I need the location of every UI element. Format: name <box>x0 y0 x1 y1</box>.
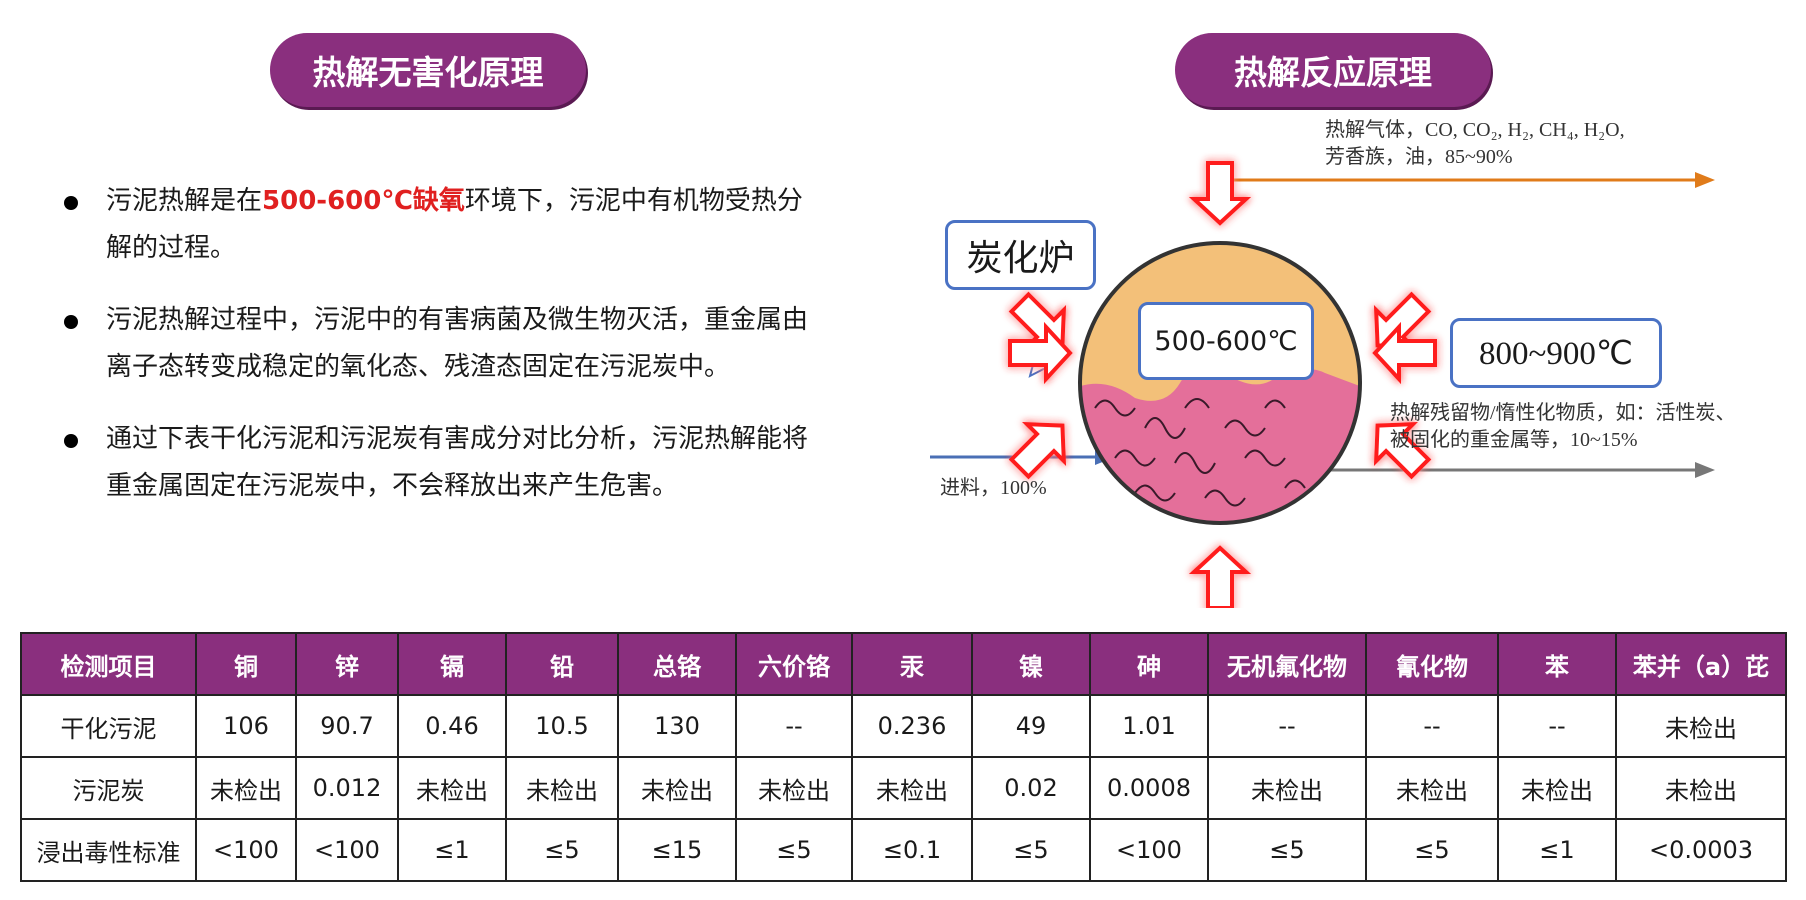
feed-text: 进料，100% <box>940 477 1047 499</box>
heat-arrow-icon <box>1188 545 1252 608</box>
sludge-bed <box>1080 362 1360 523</box>
heating-temperature-label: 800~900℃ <box>1450 318 1662 388</box>
table-cell: 未检出 <box>195 756 297 820</box>
table-cell: ≤0.1 <box>851 818 973 882</box>
table-cell: <0.0003 <box>1615 818 1787 882</box>
table-cell: ≤5 <box>505 818 619 882</box>
table-cell: <100 <box>295 818 399 882</box>
column-header: 苯并（a）芘 <box>1615 632 1787 696</box>
table-cell: -- <box>1207 694 1367 758</box>
principle-bullet-list: 污泥热解是在500-600℃缺氧环境下，污泥中有机物受热分解的过程。 污泥热解过… <box>58 178 818 535</box>
column-header: 镍 <box>971 632 1091 696</box>
heat-arrow-icon <box>1188 161 1252 226</box>
table-cell: 0.0008 <box>1089 756 1209 820</box>
table-cell: ≤5 <box>735 818 853 882</box>
column-header: 苯 <box>1497 632 1617 696</box>
table-cell: <100 <box>195 818 297 882</box>
column-header: 砷 <box>1089 632 1209 696</box>
inner-temperature-label: 500-600℃ <box>1138 302 1314 380</box>
table-cell: ≤1 <box>1497 818 1617 882</box>
column-header: 氰化物 <box>1365 632 1499 696</box>
right-section-title: 热解反应原理 <box>1175 33 1491 107</box>
table-cell: 90.7 <box>295 694 399 758</box>
row-label: 干化污泥 <box>20 694 197 758</box>
table-cell: ≤15 <box>617 818 737 882</box>
table-cell: 0.02 <box>971 756 1091 820</box>
table-cell: ≤5 <box>971 818 1091 882</box>
column-header: 铅 <box>505 632 619 696</box>
table-cell: 未检出 <box>735 756 853 820</box>
table-cell: ≤5 <box>1207 818 1367 882</box>
table-cell: 130 <box>617 694 737 758</box>
table-cell: 未检出 <box>851 756 973 820</box>
table-row: 污泥炭 未检出 0.012 未检出 未检出 未检出 未检出 未检出 0.02 0.0008 未检出未… <box>20 756 1787 820</box>
table-cell: 未检出 <box>505 756 619 820</box>
column-header: 无机氟化物 <box>1207 632 1367 696</box>
table-row: 干化污泥 106 90.7 0.46 10.5 130 -- 0.236 49 1.01 -- -- -… <box>20 694 1787 758</box>
table-cell: 未检出 <box>1365 756 1499 820</box>
table-cell: -- <box>1497 694 1617 758</box>
bullet-dot-icon <box>64 434 78 448</box>
table-header-row: 检测项目铜锌镉铅总铬 六价铬汞镍砷无机氟化物 氰化物苯苯并（a）芘 <box>20 632 1787 696</box>
row-label: 浸出毒性标准 <box>20 818 197 882</box>
harmful-components-table: 检测项目铜锌镉铅总铬 六价铬汞镍砷无机氟化物 氰化物苯苯并（a）芘 干化污泥 106 9… <box>20 632 1787 882</box>
table-cell: 未检出 <box>1207 756 1367 820</box>
table-cell: 未检出 <box>397 756 507 820</box>
row-label: 污泥炭 <box>20 756 197 820</box>
table-cell: ≤5 <box>1365 818 1499 882</box>
gas-products-text: 热解气体，CO, CO₂, H₂, CH₄, H₂O, 芳香族，油，85~90% <box>1325 119 1625 168</box>
table-cell: 49 <box>971 694 1091 758</box>
bullet-item: 污泥热解过程中，污泥中的有害病菌及微生物灭活，重金属由离子态转变成稳定的氧化态、… <box>58 297 818 391</box>
column-header: 六价铬 <box>735 632 853 696</box>
highlight-temperature: 500-600℃缺氧 <box>262 186 465 216</box>
table-cell: <100 <box>1089 818 1209 882</box>
table-cell: 未检出 <box>1615 694 1787 758</box>
table-cell: 0.46 <box>397 694 507 758</box>
table-cell: 0.012 <box>295 756 399 820</box>
column-header: 铜 <box>195 632 297 696</box>
table-cell: ≤1 <box>397 818 507 882</box>
table-cell: 10.5 <box>505 694 619 758</box>
residue-products-text: 热解残留物/惰性化物质，如：活性炭、 被固化的重金属等，10~15% <box>1390 402 1736 451</box>
column-header: 汞 <box>851 632 973 696</box>
column-header: 镉 <box>397 632 507 696</box>
column-header: 锌 <box>295 632 399 696</box>
table-cell: -- <box>1365 694 1499 758</box>
bullet-item: 污泥热解是在500-600℃缺氧环境下，污泥中有机物受热分解的过程。 <box>58 178 818 272</box>
table-cell: -- <box>735 694 853 758</box>
left-section-title: 热解无害化原理 <box>270 33 586 107</box>
column-header: 检测项目 <box>20 632 197 696</box>
table-row: 浸出毒性标准 <100 <100 ≤1 ≤5 ≤15 ≤5 ≤0.1 ≤5 <100 ≤5 ≤5 ≤1 <… <box>20 818 1787 882</box>
table-cell: 1.01 <box>1089 694 1209 758</box>
table-cell: 106 <box>195 694 297 758</box>
table-cell: 未检出 <box>617 756 737 820</box>
furnace-label: 炭化炉 <box>945 220 1096 290</box>
table-cell: 未检出 <box>1615 756 1787 820</box>
bullet-item: 通过下表干化污泥和污泥炭有害成分对比分析，污泥热解能将重金属固定在污泥炭中，不会… <box>58 416 818 510</box>
table-cell: 未检出 <box>1497 756 1617 820</box>
table-cell: 0.236 <box>851 694 973 758</box>
bullet-dot-icon <box>64 315 78 329</box>
bullet-dot-icon <box>64 196 78 210</box>
column-header: 总铬 <box>617 632 737 696</box>
